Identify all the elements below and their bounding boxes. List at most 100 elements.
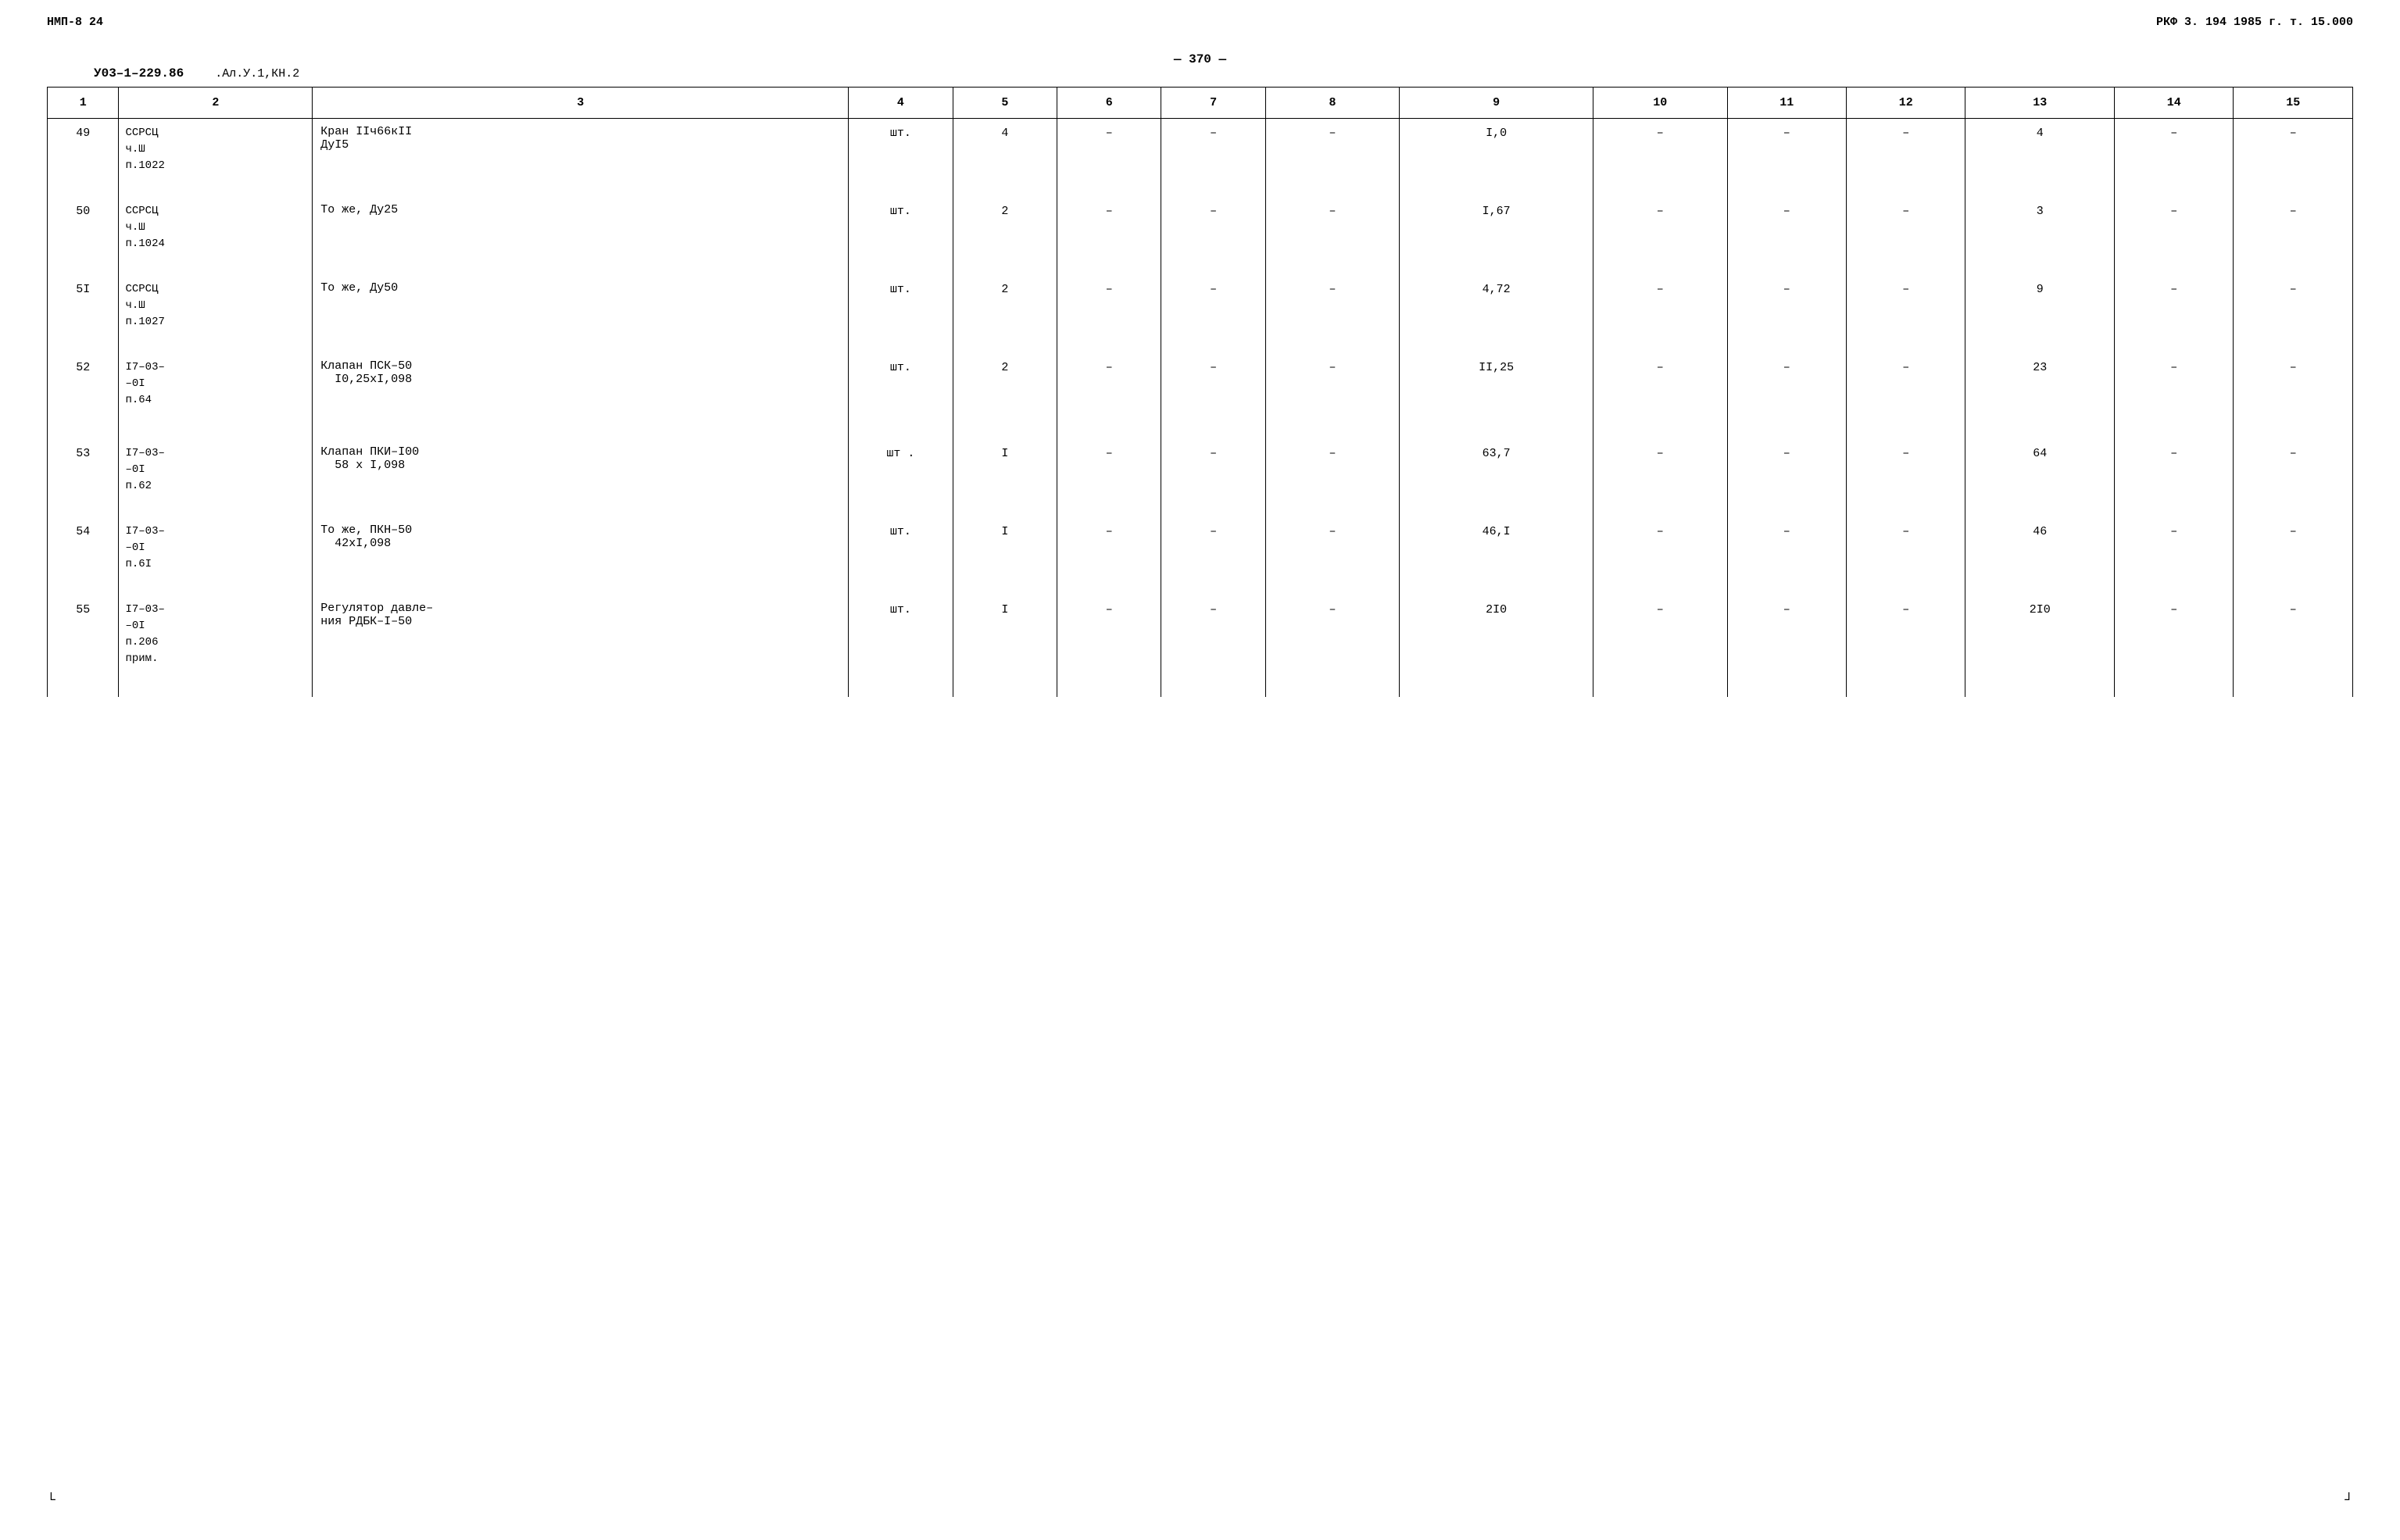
table-row: 50 ССРСЦ ч.Ш п.1024 То же, Ду25 шт. 2 – … (48, 197, 2353, 275)
row-49-col15: – (2234, 119, 2353, 197)
row-55-col9: 2I0 (1400, 595, 1593, 697)
row-50-id: 50 (48, 197, 119, 275)
row-5I-col2: ССРСЦ ч.Ш п.1027 (119, 275, 313, 353)
row-50-col6: – (1057, 197, 1161, 275)
row-5I-col5: 2 (953, 275, 1057, 353)
col3-header: 3 (313, 88, 849, 119)
col10-header: 10 (1593, 88, 1728, 119)
col5-header: 5 (953, 88, 1057, 119)
row-54-col13: 46 (1965, 517, 2115, 595)
row-55-col7: – (1161, 595, 1265, 697)
row-49-col10: – (1593, 119, 1728, 197)
row-49-id: 49 (48, 119, 119, 197)
row-50-col13: 3 (1965, 197, 2115, 275)
row-5I-col10: – (1593, 275, 1728, 353)
row-53-col4: шт . (849, 439, 953, 517)
row-5I-col11: – (1727, 275, 1846, 353)
row-55-col11: – (1727, 595, 1846, 697)
row-53-col2: I7–03– –0I п.62 (119, 439, 313, 517)
row-50-col8: – (1265, 197, 1400, 275)
row-53-col14: – (2115, 439, 2234, 517)
row-54-col5: I (953, 517, 1057, 595)
row-55-col13: 2I0 (1965, 595, 2115, 697)
row-52-col6: – (1057, 353, 1161, 439)
row-52-col4: шт. (849, 353, 953, 439)
row-5I-col4: шт. (849, 275, 953, 353)
row-5I-col15: – (2234, 275, 2353, 353)
row-50-col11: – (1727, 197, 1846, 275)
row-5I-id: 5I (48, 275, 119, 353)
row-53-col5: I (953, 439, 1057, 517)
row-54-col10: – (1593, 517, 1728, 595)
row-52-col7: – (1161, 353, 1265, 439)
row-52-col5: 2 (953, 353, 1057, 439)
col7-header: 7 (1161, 88, 1265, 119)
row-50-col3: То же, Ду25 (313, 197, 849, 275)
row-52-col14: – (2115, 353, 2234, 439)
row-54-col9: 46,I (1400, 517, 1593, 595)
main-table: 1 2 3 4 5 6 7 8 9 10 11 12 13 14 15 49 С… (47, 87, 2353, 697)
row-55-col8: – (1265, 595, 1400, 697)
table-row: 55 I7–03– –0I п.206 прим. Регулятор давл… (48, 595, 2353, 697)
table-row: 5I ССРСЦ ч.Ш п.1027 То же, Ду50 шт. 2 – … (48, 275, 2353, 353)
page-center-label: — 370 — (1174, 52, 1226, 66)
row-5I-col6: – (1057, 275, 1161, 353)
row-49-col2: ССРСЦ ч.Ш п.1022 (119, 119, 313, 197)
row-52-id: 52 (48, 353, 119, 439)
table-row: 53 I7–03– –0I п.62 Клапан ПКИ–I00 58 х I… (48, 439, 2353, 517)
row-50-col10: – (1593, 197, 1728, 275)
row-55-col2: I7–03– –0I п.206 прим. (119, 595, 313, 697)
row-54-col11: – (1727, 517, 1846, 595)
row-53-col3: Клапан ПКИ–I00 58 х I,098 (313, 439, 849, 517)
row-53-col12: – (1846, 439, 1965, 517)
row-52-col11: – (1727, 353, 1846, 439)
col13-header: 13 (1965, 88, 2115, 119)
doc-refs: .Ал.У.1,КН.2 (215, 67, 299, 80)
row-50-col7: – (1161, 197, 1265, 275)
col14-header: 14 (2115, 88, 2234, 119)
row-50-col2: ССРСЦ ч.Ш п.1024 (119, 197, 313, 275)
corner-bottom-right: ┘ (2345, 1493, 2353, 1509)
row-49-col11: – (1727, 119, 1846, 197)
row-50-col14: – (2115, 197, 2234, 275)
row-54-col8: – (1265, 517, 1400, 595)
row-54-col15: – (2234, 517, 2353, 595)
table-header-row: 1 2 3 4 5 6 7 8 9 10 11 12 13 14 15 (48, 88, 2353, 119)
row-55-col10: – (1593, 595, 1728, 697)
col2-header: 2 (119, 88, 313, 119)
row-54-col12: – (1846, 517, 1965, 595)
row-49-col9: I,0 (1400, 119, 1593, 197)
row-50-col4: шт. (849, 197, 953, 275)
row-50-col12: – (1846, 197, 1965, 275)
row-55-col3: Регулятор давле–ния РДБК–I–50 (313, 595, 849, 697)
row-54-col2: I7–03– –0I п.6I (119, 517, 313, 595)
row-55-col15: – (2234, 595, 2353, 697)
row-53-col13: 64 (1965, 439, 2115, 517)
row-54-col6: – (1057, 517, 1161, 595)
row-53-col7: – (1161, 439, 1265, 517)
row-54-col4: шт. (849, 517, 953, 595)
row-5I-col7: – (1161, 275, 1265, 353)
col11-header: 11 (1727, 88, 1846, 119)
row-54-col3: То же, ПКН–50 42хI,098 (313, 517, 849, 595)
col12-header: 12 (1846, 88, 1965, 119)
row-53-col15: – (2234, 439, 2353, 517)
row-52-col13: 23 (1965, 353, 2115, 439)
row-49-col8: – (1265, 119, 1400, 197)
row-49-col6: – (1057, 119, 1161, 197)
col9-header: 9 (1400, 88, 1593, 119)
col1-header: 1 (48, 88, 119, 119)
row-53-col10: – (1593, 439, 1728, 517)
table-row: 54 I7–03– –0I п.6I То же, ПКН–50 42хI,09… (48, 517, 2353, 595)
table-row: 49 ССРСЦ ч.Ш п.1022 Кран IIч66кIIДуI5 шт… (48, 119, 2353, 197)
row-5I-col3: То же, Ду50 (313, 275, 849, 353)
row-55-col5: I (953, 595, 1057, 697)
col8-header: 8 (1265, 88, 1400, 119)
row-55-col12: – (1846, 595, 1965, 697)
top-right-label: РКФ 3. 194 1985 г. т. 15.000 (2156, 16, 2353, 29)
row-55-id: 55 (48, 595, 119, 697)
row-55-col6: – (1057, 595, 1161, 697)
row-5I-col13: 9 (1965, 275, 2115, 353)
row-55-col4: шт. (849, 595, 953, 697)
row-53-col9: 63,7 (1400, 439, 1593, 517)
